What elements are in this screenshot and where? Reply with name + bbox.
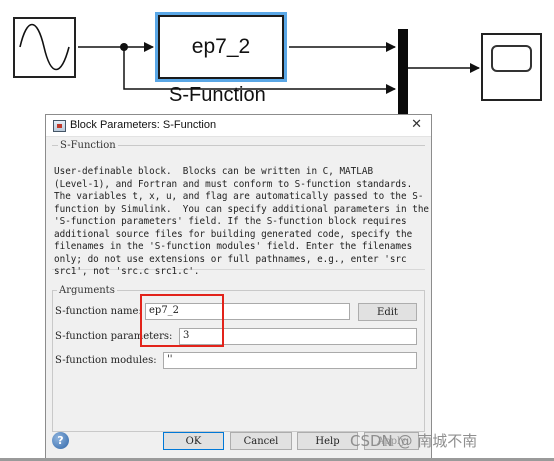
cancel-button[interactable]: Cancel [230, 432, 292, 450]
arguments-group-label: Arguments [59, 285, 115, 296]
watermark: CSDN @ 南城不南 [350, 432, 478, 450]
sfunction-parameters-input[interactable]: 3 [179, 328, 417, 345]
dialog-title: Block Parameters: S-Function [70, 119, 217, 131]
dialog-titlebar[interactable]: Block Parameters: S-Function ✕ [46, 115, 431, 137]
sfunction-group-label: S-Function [60, 140, 116, 151]
sfunction-block[interactable]: ep7_2 [155, 12, 287, 82]
sfunction-description-group: S-Function User-definable block. Blocks … [52, 140, 429, 277]
help-icon[interactable]: ? [52, 432, 69, 449]
block-parameters-dialog: Block Parameters: S-Function ✕ S-Functio… [45, 114, 432, 461]
sfunction-name-label: S-function name: [55, 306, 142, 317]
ok-button[interactable]: OK [163, 432, 224, 450]
sfunction-modules-input[interactable]: '' [163, 352, 417, 369]
sfunction-modules-label: S-function modules: [55, 355, 157, 366]
sfunction-description: User-definable block. Blocks can be writ… [54, 166, 430, 277]
sfunction-block-caption[interactable]: S-Function [169, 84, 266, 107]
close-icon[interactable]: ✕ [411, 117, 422, 132]
help-button[interactable]: Help [297, 432, 358, 450]
block-params-icon [53, 120, 66, 132]
sine-wave-block[interactable] [13, 17, 76, 78]
sine-wave-icon [19, 23, 70, 71]
mux-icon[interactable] [398, 29, 408, 114]
scope-icon [491, 45, 532, 72]
edit-button[interactable]: Edit [358, 303, 417, 321]
sfunction-block-label: ep7_2 [191, 35, 251, 58]
scope-block[interactable] [481, 33, 542, 101]
sfunction-parameters-label: S-function parameters: [55, 331, 173, 342]
sfunction-name-input[interactable]: ep7_2 [145, 303, 350, 320]
